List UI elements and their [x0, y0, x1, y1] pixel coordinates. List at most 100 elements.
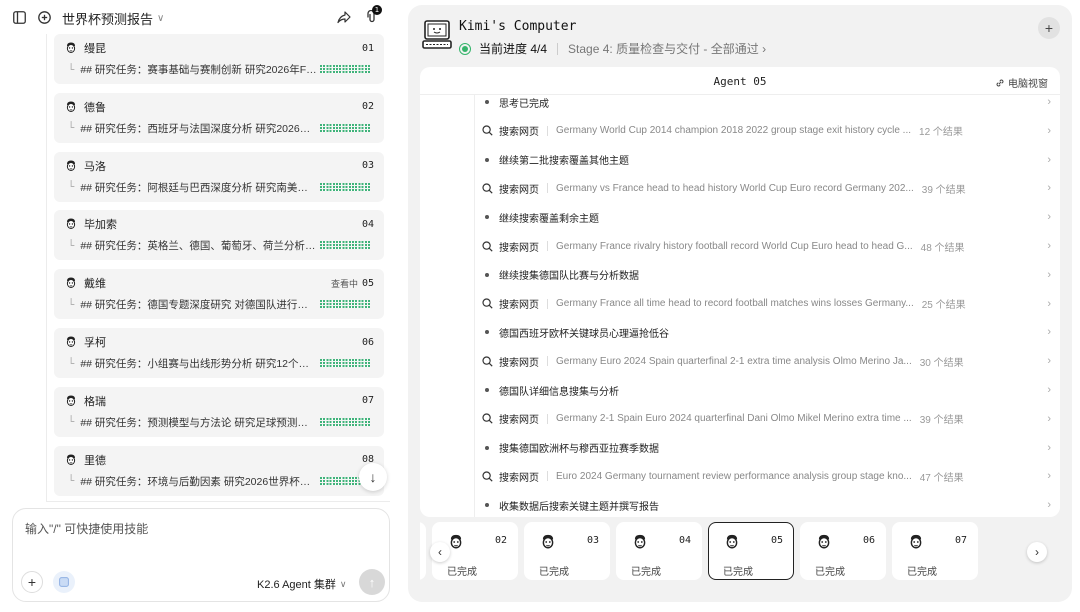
search-log-row[interactable]: 搜索网页 Euro 2024 Germany tournament review … [475, 462, 1060, 490]
task-description-text: ## 研究任务：西班牙与法国深度分析 研究2026世... [80, 122, 318, 135]
task-card[interactable]: 孚柯 06 └ ## 研究任务：小组赛与出线形势分析 研究12个小组... [54, 328, 384, 378]
computer-view-label: 电脑视窗 [1008, 79, 1048, 90]
task-description: └ ## 研究任务：西班牙与法国深度分析 研究2026世... [68, 121, 318, 136]
expand-button[interactable]: + [1038, 17, 1060, 39]
agent-card[interactable]: 05 已完成 [708, 522, 794, 580]
scroll-down-button[interactable]: ↓ [359, 463, 387, 491]
skill-button[interactable] [53, 571, 75, 593]
composer-input[interactable]: 输入"/" 可快捷使用技能 [25, 520, 148, 537]
computer-view-link[interactable]: 电脑视窗 [995, 75, 1048, 90]
result-count: 39 个结果 [919, 415, 964, 427]
task-card[interactable]: 缦昆 01 └ ## 研究任务：赛事基础与赛制创新 研究2026年FIF... [54, 34, 384, 84]
plus-icon: + [1044, 20, 1054, 36]
carousel-prev-button[interactable]: ‹ [430, 542, 450, 562]
agent-number-value: 05 [361, 277, 374, 289]
agent-status: 已完成 [723, 567, 753, 578]
log-label: 思考已完成 [499, 98, 549, 110]
task-progress-bar [320, 181, 370, 191]
agent-card[interactable]: 01已完成 [420, 522, 426, 580]
chevron-right-icon: › [1047, 124, 1051, 137]
result-count: 30 个结果 [919, 357, 964, 369]
divider [547, 298, 548, 309]
step-log-row[interactable]: 德国西班牙欧杯关键球员心理逼抢低谷 › [475, 318, 1060, 346]
divider [557, 42, 559, 55]
agent-card[interactable]: 06 已完成 [800, 522, 886, 580]
activity-log[interactable]: 思考已完成 › 搜索网页 Germany World Cup 2014 champio… [474, 95, 1060, 517]
task-header: 里德 08 [64, 452, 374, 468]
task-card[interactable]: 毕加索 04 └ ## 研究任务：英格兰、德国、葡萄牙、荷兰分析 研... [54, 210, 384, 261]
agent-number: 06 [862, 535, 875, 546]
agent-os-window: Agent 05 电脑视窗 思考已完成 › 搜索网页 Germany World Cu… [420, 67, 1060, 517]
result-count: 47 个结果 [919, 472, 964, 484]
result-count: 48 个结果 [920, 242, 965, 254]
search-query: Germany World Cup 2014 champion 2018 202… [556, 125, 912, 137]
task-card[interactable]: 德鲁 02 └ ## 研究任务：西班牙与法国深度分析 研究2026世... [54, 92, 384, 143]
new-chat-icon[interactable] [37, 10, 51, 24]
search-log-row[interactable]: 搜索网页 Germany France rivalry history footb… [475, 232, 1060, 260]
log-label: 搜索网页 [499, 300, 539, 312]
divider [547, 241, 548, 251]
agent-status: 已完成 [907, 567, 937, 578]
document-title-text: 世界杯预测报告 [62, 12, 154, 27]
agent-status: 已完成 [815, 567, 845, 578]
search-log-row[interactable]: 搜索网页 Germany vs France head to head histo… [475, 174, 1060, 202]
chevron-right-icon: › [1047, 441, 1051, 454]
agent-avatar-icon [64, 453, 78, 467]
send-button[interactable]: ↑ [359, 569, 385, 595]
bullet-icon [475, 272, 499, 277]
agent-number-value: 07 [361, 395, 374, 407]
agent-number: 05 [770, 535, 783, 546]
chevron-right-icon: › [1047, 153, 1051, 166]
task-description-text: ## 研究任务：阿根廷与巴西深度分析 研究南美双雄... [80, 181, 318, 194]
step-log-row[interactable]: 德国队详细信息搜集与分析 › [475, 376, 1060, 404]
message-composer[interactable]: 输入"/" 可快捷使用技能 + K2.6 Agent 集群 ∨ ↑ [12, 508, 390, 602]
document-title[interactable]: 世界杯预测报告 ∨ [62, 9, 164, 28]
bullet-icon [475, 503, 499, 508]
step-log-row[interactable]: 思考已完成 › [475, 95, 1060, 116]
chevron-down-icon: ∨ [339, 578, 347, 589]
search-log-row[interactable]: 搜索网页 Germany 2-1 Spain Euro 2024 quarterf… [475, 405, 1060, 433]
stage-link[interactable]: Stage 4: 质量检查与交付 - 全部通过 › [568, 40, 766, 57]
search-log-row[interactable]: 搜索网页 Germany Euro 2024 Spain quarterfinal… [475, 347, 1060, 375]
agent-number: 02 [494, 535, 507, 546]
link-icon [996, 78, 1004, 87]
agent-name: 马洛 [84, 160, 106, 173]
branch-icon: └ [68, 122, 75, 135]
share-icon[interactable] [337, 10, 351, 24]
step-log-row[interactable]: 继续搜集德国队比赛与分析数据 › [475, 261, 1060, 289]
agent-task-list[interactable]: 缦昆 01 └ ## 研究任务：赛事基础与赛制创新 研究2026年FIF... 德鲁 02… [46, 34, 390, 502]
agent-card[interactable]: 07 已完成 [892, 522, 978, 580]
top-bar: 世界杯预测报告 ∨ 1 [0, 0, 400, 34]
search-log-row[interactable]: 搜索网页 Germany World Cup 2014 champion 2018… [475, 117, 1060, 145]
task-header: 毕加索 04 [64, 216, 374, 232]
branch-icon: └ [68, 239, 75, 252]
task-card[interactable]: 格瑞 07 └ ## 研究任务：预测模型与方法论 研究足球预测的统... [54, 386, 384, 437]
chevron-right-icon: › [1047, 412, 1051, 425]
agent-status: 已完成 [447, 567, 477, 578]
carousel-next-button[interactable]: › [1027, 542, 1047, 562]
model-selector[interactable]: K2.6 Agent 集群 ∨ [257, 576, 346, 592]
agent-status: 已完成 [539, 567, 569, 578]
agent-name: 毕加索 [84, 219, 117, 232]
bullet-icon [475, 388, 499, 392]
step-log-row[interactable]: 继续搜索覆盖剩余主题 › [475, 203, 1060, 231]
search-log-row[interactable]: 搜索网页 Germany France all time head to reco… [475, 290, 1060, 318]
task-description: └ ## 研究任务：预测模型与方法论 研究足球预测的统... [68, 415, 318, 430]
task-card[interactable]: 马洛 03 └ ## 研究任务：阿根廷与巴西深度分析 研究南美双雄... [54, 151, 384, 202]
add-attachment-button[interactable]: + [21, 571, 43, 593]
task-description: └ ## 研究任务：环境与后勤因素 研究2026世界杯的... [68, 474, 318, 489]
step-log-row[interactable]: 搜集德国欧洲杯与穆西亚拉赛季数据 › [475, 434, 1060, 462]
log-label: 继续搜集德国队比赛与分析数据 [499, 271, 639, 283]
step-log-row[interactable]: 继续第二批搜索覆盖其他主题 › [475, 146, 1060, 174]
attachment-icon[interactable]: 1 [364, 5, 382, 24]
agent-card[interactable]: 04 已完成 [616, 522, 702, 580]
agent-card[interactable]: 03 已完成 [524, 522, 610, 580]
agent-avatar-icon [64, 394, 78, 408]
agent-number: 查看中 05 [331, 277, 374, 290]
step-log-row[interactable]: 收集数据后搜索关键主题并撰写报告 › [475, 491, 1060, 517]
task-card[interactable]: 里德 08 └ ## 研究任务：环境与后勤因素 研究2026世界杯的... [54, 445, 384, 496]
task-card[interactable]: 戴维 查看中 05 └ ## 研究任务：德国专题深度研究 对德国队进行超深... [54, 269, 384, 320]
model-selector-label: K2.6 Agent 集群 [257, 579, 336, 591]
search-query: Germany vs France head to head history W… [556, 182, 914, 194]
sidebar-toggle-icon[interactable] [12, 10, 26, 24]
